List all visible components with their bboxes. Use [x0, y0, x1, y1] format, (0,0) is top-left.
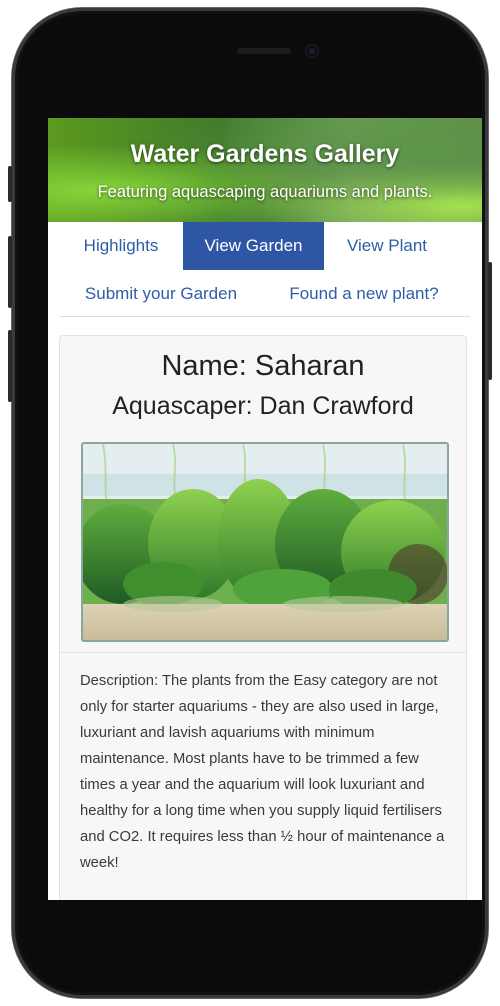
phone-frame: Water Gardens Gallery Featuring aquascap… [8, 8, 492, 998]
phone-volume-up-button [8, 236, 12, 308]
header-banner: Water Gardens Gallery Featuring aquascap… [48, 118, 482, 222]
garden-name: Name: Saharan [161, 350, 365, 382]
nav-submit-garden[interactable]: Submit your Garden [70, 270, 252, 318]
nav-divider [60, 316, 470, 317]
site-subtitle: Featuring aquascaping aquariums and plan… [97, 183, 433, 201]
front-camera-icon [306, 45, 318, 57]
card-divider [60, 652, 466, 653]
garden-aquascaper: Aquascaper: Dan Crawford [112, 392, 414, 420]
phone-volume-down-button [8, 330, 12, 402]
garden-description: Description: The plants from the Easy ca… [80, 673, 445, 871]
phone-silent-switch [8, 166, 12, 202]
phone-power-button [488, 262, 492, 380]
nav-highlights[interactable]: Highlights [66, 222, 176, 270]
aquarium-illustration [83, 444, 447, 640]
nav-view-garden[interactable]: View Garden [183, 222, 324, 270]
nav-view-plant[interactable]: View Plant [332, 222, 442, 270]
site-title: Water Gardens Gallery [130, 140, 400, 168]
aquarium-image [81, 442, 449, 642]
phone-speaker [237, 48, 291, 54]
phone-screen: Water Gardens Gallery Featuring aquascap… [48, 118, 482, 900]
nav-found-new-plant[interactable]: Found a new plant? [274, 270, 454, 318]
garden-card: Name: Saharan Aquascaper: Dan Crawford D… [59, 335, 467, 900]
